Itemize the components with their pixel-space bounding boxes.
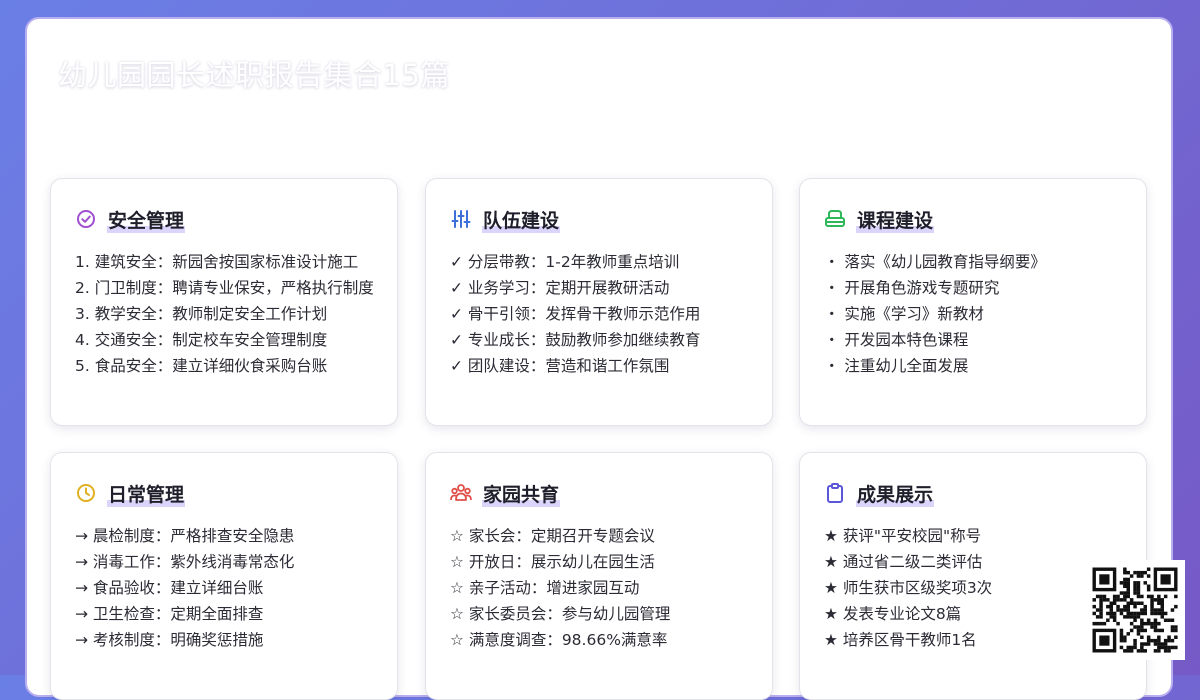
card-title: 课程建设	[856, 205, 935, 233]
list-item: 4. 交通安全：制定校车安全管理制度	[75, 331, 328, 349]
list-item: ・ 开展角色游戏专题研究	[824, 279, 1000, 297]
list-item: ✓ 团队建设：营造和谐工作氛围	[450, 357, 670, 375]
list-item: 1. 建筑安全：新园舍按国家标准设计施工	[75, 253, 359, 271]
card-header: 日常管理	[75, 479, 186, 507]
list-item: ✓ 专业成长：鼓励教师参加继续教育	[450, 331, 701, 349]
qr-code-icon[interactable]	[1085, 560, 1185, 660]
card-list: ★ 获评"平安校园"称号 ★ 通过省二级二类评估 ★ 师生获市区级奖项3次 ★ …	[824, 523, 1124, 653]
list-item: ☆ 家长委员会：参与幼儿园管理	[450, 605, 671, 623]
list-item: → 考核制度：明确奖惩措施	[75, 631, 264, 649]
list-item: ✓ 分层带教：1-2年教师重点培训	[450, 253, 680, 271]
card-header: 课程建设	[824, 205, 935, 233]
page-title: 幼儿园园长述职报告集合15篇	[58, 58, 450, 92]
card-title: 家园共育	[482, 479, 561, 507]
check-circle-icon	[75, 208, 97, 230]
card-list: → 晨检制度：严格排查安全隐患 → 消毒工作：紫外线消毒常态化 → 食品验收：建…	[75, 523, 375, 653]
list-item: → 消毒工作：紫外线消毒常态化	[75, 553, 295, 571]
card-title: 日常管理	[107, 479, 186, 507]
list-item: ★ 师生获市区级奖项3次	[824, 579, 993, 597]
card-daily: 日常管理 → 晨检制度：严格排查安全隐患 → 消毒工作：紫外线消毒常态化 → 食…	[50, 452, 398, 700]
card-header: 安全管理	[75, 205, 186, 233]
card-homeschool: 家园共育 ☆ 家长会：定期召开专题会议 ☆ 开放日：展示幼儿在园生活 ☆ 亲子活…	[425, 452, 773, 700]
list-item: ☆ 满意度调查：98.66%满意率	[450, 631, 668, 649]
list-item: → 卫生检查：定期全面排查	[75, 605, 264, 623]
list-item: ・ 实施《学习》新教材	[824, 305, 984, 323]
card-team: 队伍建设 ✓ 分层带教：1-2年教师重点培训 ✓ 业务学习：定期开展教研活动 ✓…	[425, 178, 773, 426]
list-item: ★ 培养区骨干教师1名	[824, 631, 977, 649]
list-item: ☆ 开放日：展示幼儿在园生活	[450, 553, 655, 571]
card-title: 安全管理	[107, 205, 186, 233]
list-item: ★ 通过省二级二类评估	[824, 553, 983, 571]
list-item: ☆ 家长会：定期召开专题会议	[450, 527, 655, 545]
list-item: ★ 发表专业论文8篇	[824, 605, 962, 623]
people-icon	[450, 482, 472, 504]
card-curriculum: 课程建设 ・ 落实《幼儿园教育指导纲要》 ・ 开展角色游戏专题研究 ・ 实施《学…	[799, 178, 1147, 426]
list-item: ★ 获评"平安校园"称号	[824, 527, 982, 545]
card-safety: 安全管理 1. 建筑安全：新园舍按国家标准设计施工 2. 门卫制度：聘请专业保安…	[50, 178, 398, 426]
list-item: ・ 落实《幼儿园教育指导纲要》	[824, 253, 1046, 271]
card-list: 1. 建筑安全：新园舍按国家标准设计施工 2. 门卫制度：聘请专业保安，严格执行…	[75, 249, 375, 379]
list-item: 5. 食品安全：建立详细伙食采购台账	[75, 357, 328, 375]
card-header: 家园共育	[450, 479, 561, 507]
sliders-icon	[450, 208, 472, 230]
list-item: 3. 教学安全：教师制定安全工作计划	[75, 305, 328, 323]
list-item: 2. 门卫制度：聘请专业保安，严格执行制度	[75, 279, 374, 297]
list-item: ✓ 业务学习：定期开展教研活动	[450, 279, 670, 297]
list-item: → 食品验收：建立详细台账	[75, 579, 264, 597]
list-item: ✓ 骨干引领：发挥骨干教师示范作用	[450, 305, 701, 323]
card-list: ☆ 家长会：定期召开专题会议 ☆ 开放日：展示幼儿在园生活 ☆ 亲子活动：增进家…	[450, 523, 750, 653]
card-title: 队伍建设	[482, 205, 561, 233]
list-item: ・ 注重幼儿全面发展	[824, 357, 969, 375]
card-header: 队伍建设	[450, 205, 561, 233]
list-item: ☆ 亲子活动：增进家园互动	[450, 579, 640, 597]
clock-icon	[75, 482, 97, 504]
list-item: ・ 开发园本特色课程	[824, 331, 969, 349]
card-title: 成果展示	[856, 479, 935, 507]
list-item: → 晨检制度：严格排查安全隐患	[75, 527, 295, 545]
layers-icon	[824, 208, 846, 230]
card-header: 成果展示	[824, 479, 935, 507]
card-list: ・ 落实《幼儿园教育指导纲要》 ・ 开展角色游戏专题研究 ・ 实施《学习》新教材…	[824, 249, 1124, 379]
card-list: ✓ 分层带教：1-2年教师重点培训 ✓ 业务学习：定期开展教研活动 ✓ 骨干引领…	[450, 249, 750, 379]
clipboard-icon	[824, 482, 846, 504]
